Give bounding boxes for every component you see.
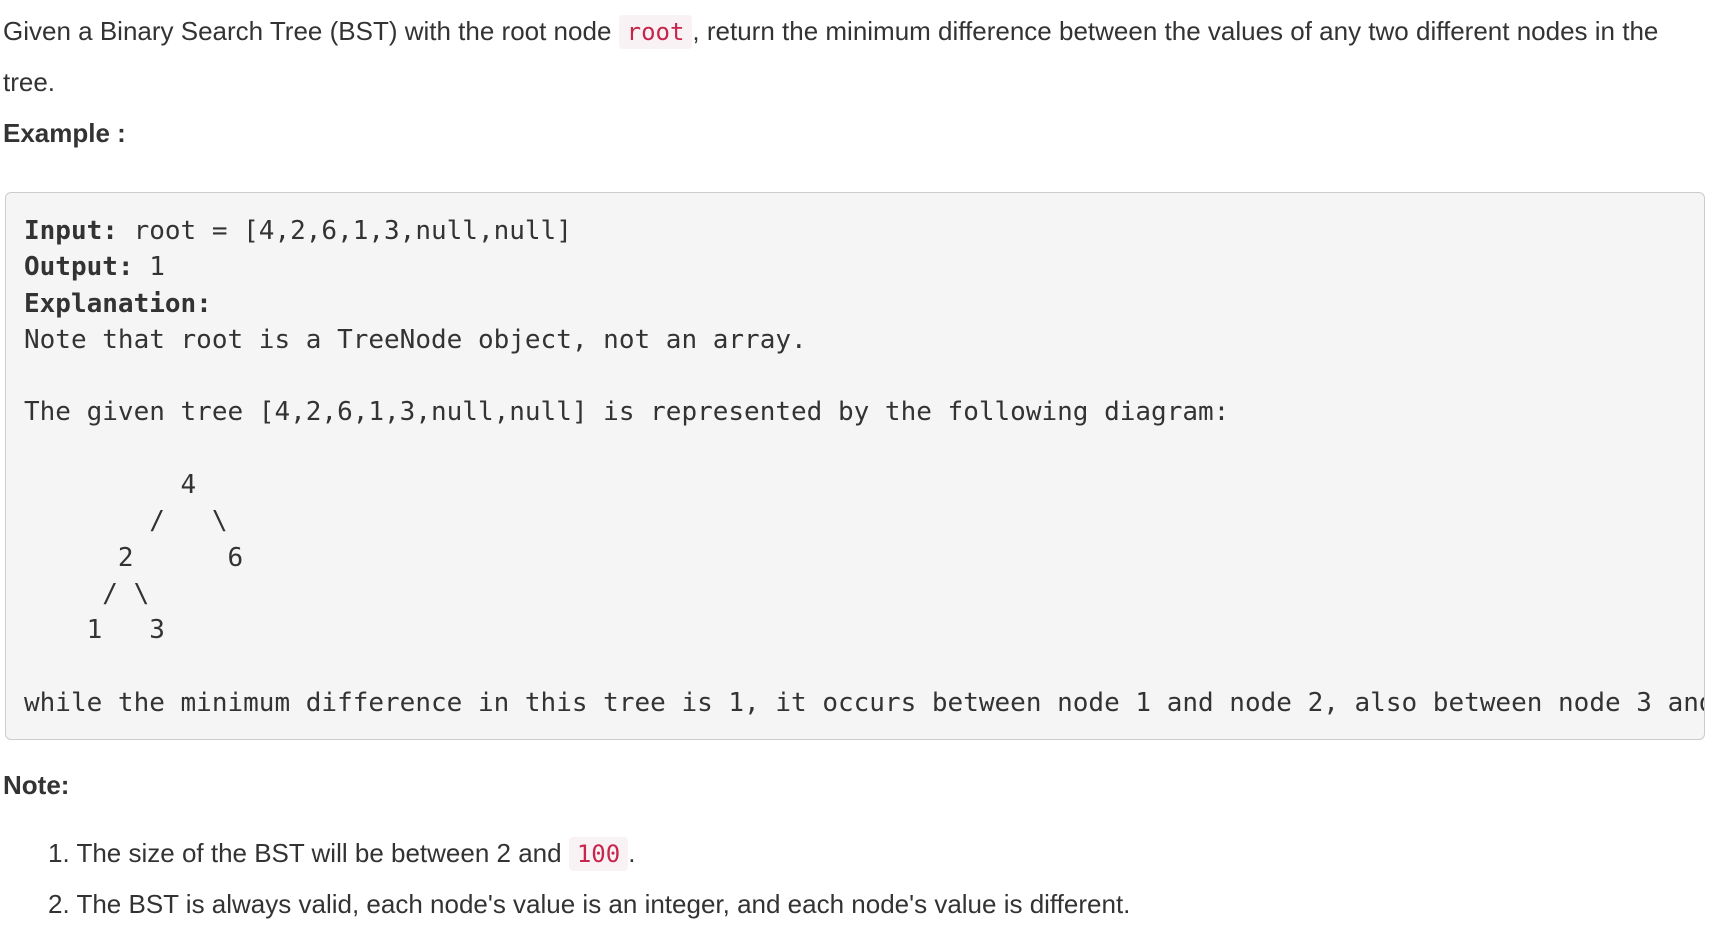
example-heading: Example : [3, 118, 126, 148]
note-number: 2. [48, 889, 70, 919]
note-inline-code: 100 [568, 837, 629, 871]
intro-text-before: Given a Binary Search Tree (BST) with th… [3, 16, 619, 46]
root-inline-code: root [618, 15, 693, 49]
output-label: Output: [24, 252, 134, 283]
note-item: 2. The BST is always valid, each node's … [48, 879, 1130, 929]
example-pre: Input: root = [4,2,6,1,3,null,null] Outp… [24, 213, 1705, 721]
note-text-before: The size of the BST will be between 2 an… [76, 838, 569, 868]
explanation-label: Explanation: [24, 288, 212, 319]
output-value: 1 [133, 252, 165, 283]
example-code-block: Input: root = [4,2,6,1,3,null,null] Outp… [5, 192, 1705, 740]
note-heading: Note: [3, 770, 70, 800]
note-number: 1. [48, 838, 70, 868]
conclusion-line: while the minimum difference in this tre… [24, 687, 1705, 718]
note-item: 1. The size of the BST will be between 2… [48, 828, 1130, 879]
note-text-after: . [628, 838, 636, 868]
note-text-before: The BST is always valid, each node's val… [76, 889, 1131, 919]
input-value: root = [4,2,6,1,3,null,null] [117, 216, 572, 246]
given-tree-line: The given tree [4,2,6,1,3,null,null] is … [24, 397, 1230, 428]
problem-page: Given a Binary Search Tree (BST) with th… [0, 0, 1712, 942]
problem-statement: Given a Binary Search Tree (BST) with th… [3, 6, 1683, 107]
notes-list: 1. The size of the BST will be between 2… [48, 828, 1130, 929]
explanation-note-line: Note that root is a TreeNode object, not… [24, 324, 807, 355]
input-label: Input: [24, 216, 118, 246]
tree-diagram: 4 / \ 2 6 / \ 1 3 [86, 470, 244, 646]
